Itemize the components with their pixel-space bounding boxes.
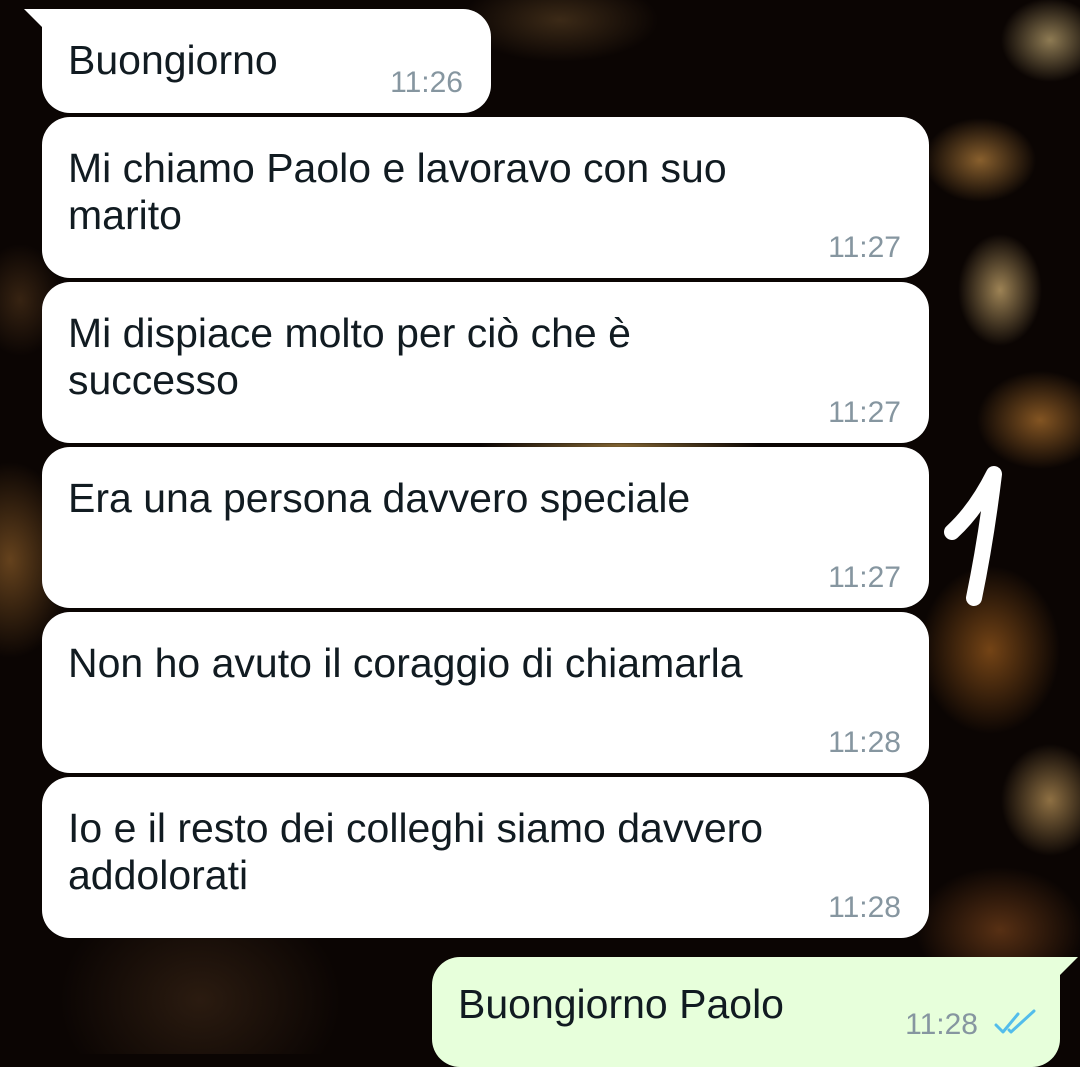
message-text: Era una persona davvero speciale [68, 475, 691, 521]
message-bubble-incoming[interactable]: Mi chiamo Paolo e lavoravo con suo marit… [42, 117, 929, 278]
message-text: Mi chiamo Paolo e lavoravo con suo marit… [68, 145, 727, 238]
message-bubble-incoming[interactable]: Era una persona davvero speciale 11:27 [42, 447, 929, 608]
message-text: Non ho avuto il coraggio di chiamarla [68, 640, 743, 686]
bubble-tail [1052, 957, 1078, 983]
message-timestamp: 11:28 [905, 1008, 978, 1041]
handwritten-mark [944, 466, 1002, 606]
message-bubble-outgoing[interactable]: Buongiorno Paolo 11:28 [432, 957, 1078, 1067]
message-timestamp: 11:28 [828, 891, 901, 924]
message-bubble-incoming[interactable]: Buongiorno 11:26 [24, 9, 491, 113]
bubble-tail [24, 9, 50, 35]
message-bubble-incoming[interactable]: Non ho avuto il coraggio di chiamarla 11… [42, 612, 929, 773]
message-timestamp: 11:27 [828, 231, 901, 264]
message-text: Io e il resto dei colleghi siamo davvero… [68, 805, 764, 898]
message-bubble-incoming[interactable]: Io e il resto dei colleghi siamo davvero… [42, 777, 929, 938]
message-text: Buongiorno [68, 37, 278, 83]
message-timestamp: 11:26 [390, 66, 463, 99]
message-text: Mi dispiace molto per ciò che è successo [68, 310, 631, 403]
double-check-icon [994, 1009, 1036, 1034]
message-bubble-incoming[interactable]: Mi dispiace molto per ciò che è successo… [42, 282, 929, 443]
message-text: Buongiorno Paolo [458, 981, 784, 1027]
message-timestamp: 11:27 [828, 561, 901, 594]
message-timestamp: 11:27 [828, 396, 901, 429]
message-timestamp: 11:28 [828, 726, 901, 759]
